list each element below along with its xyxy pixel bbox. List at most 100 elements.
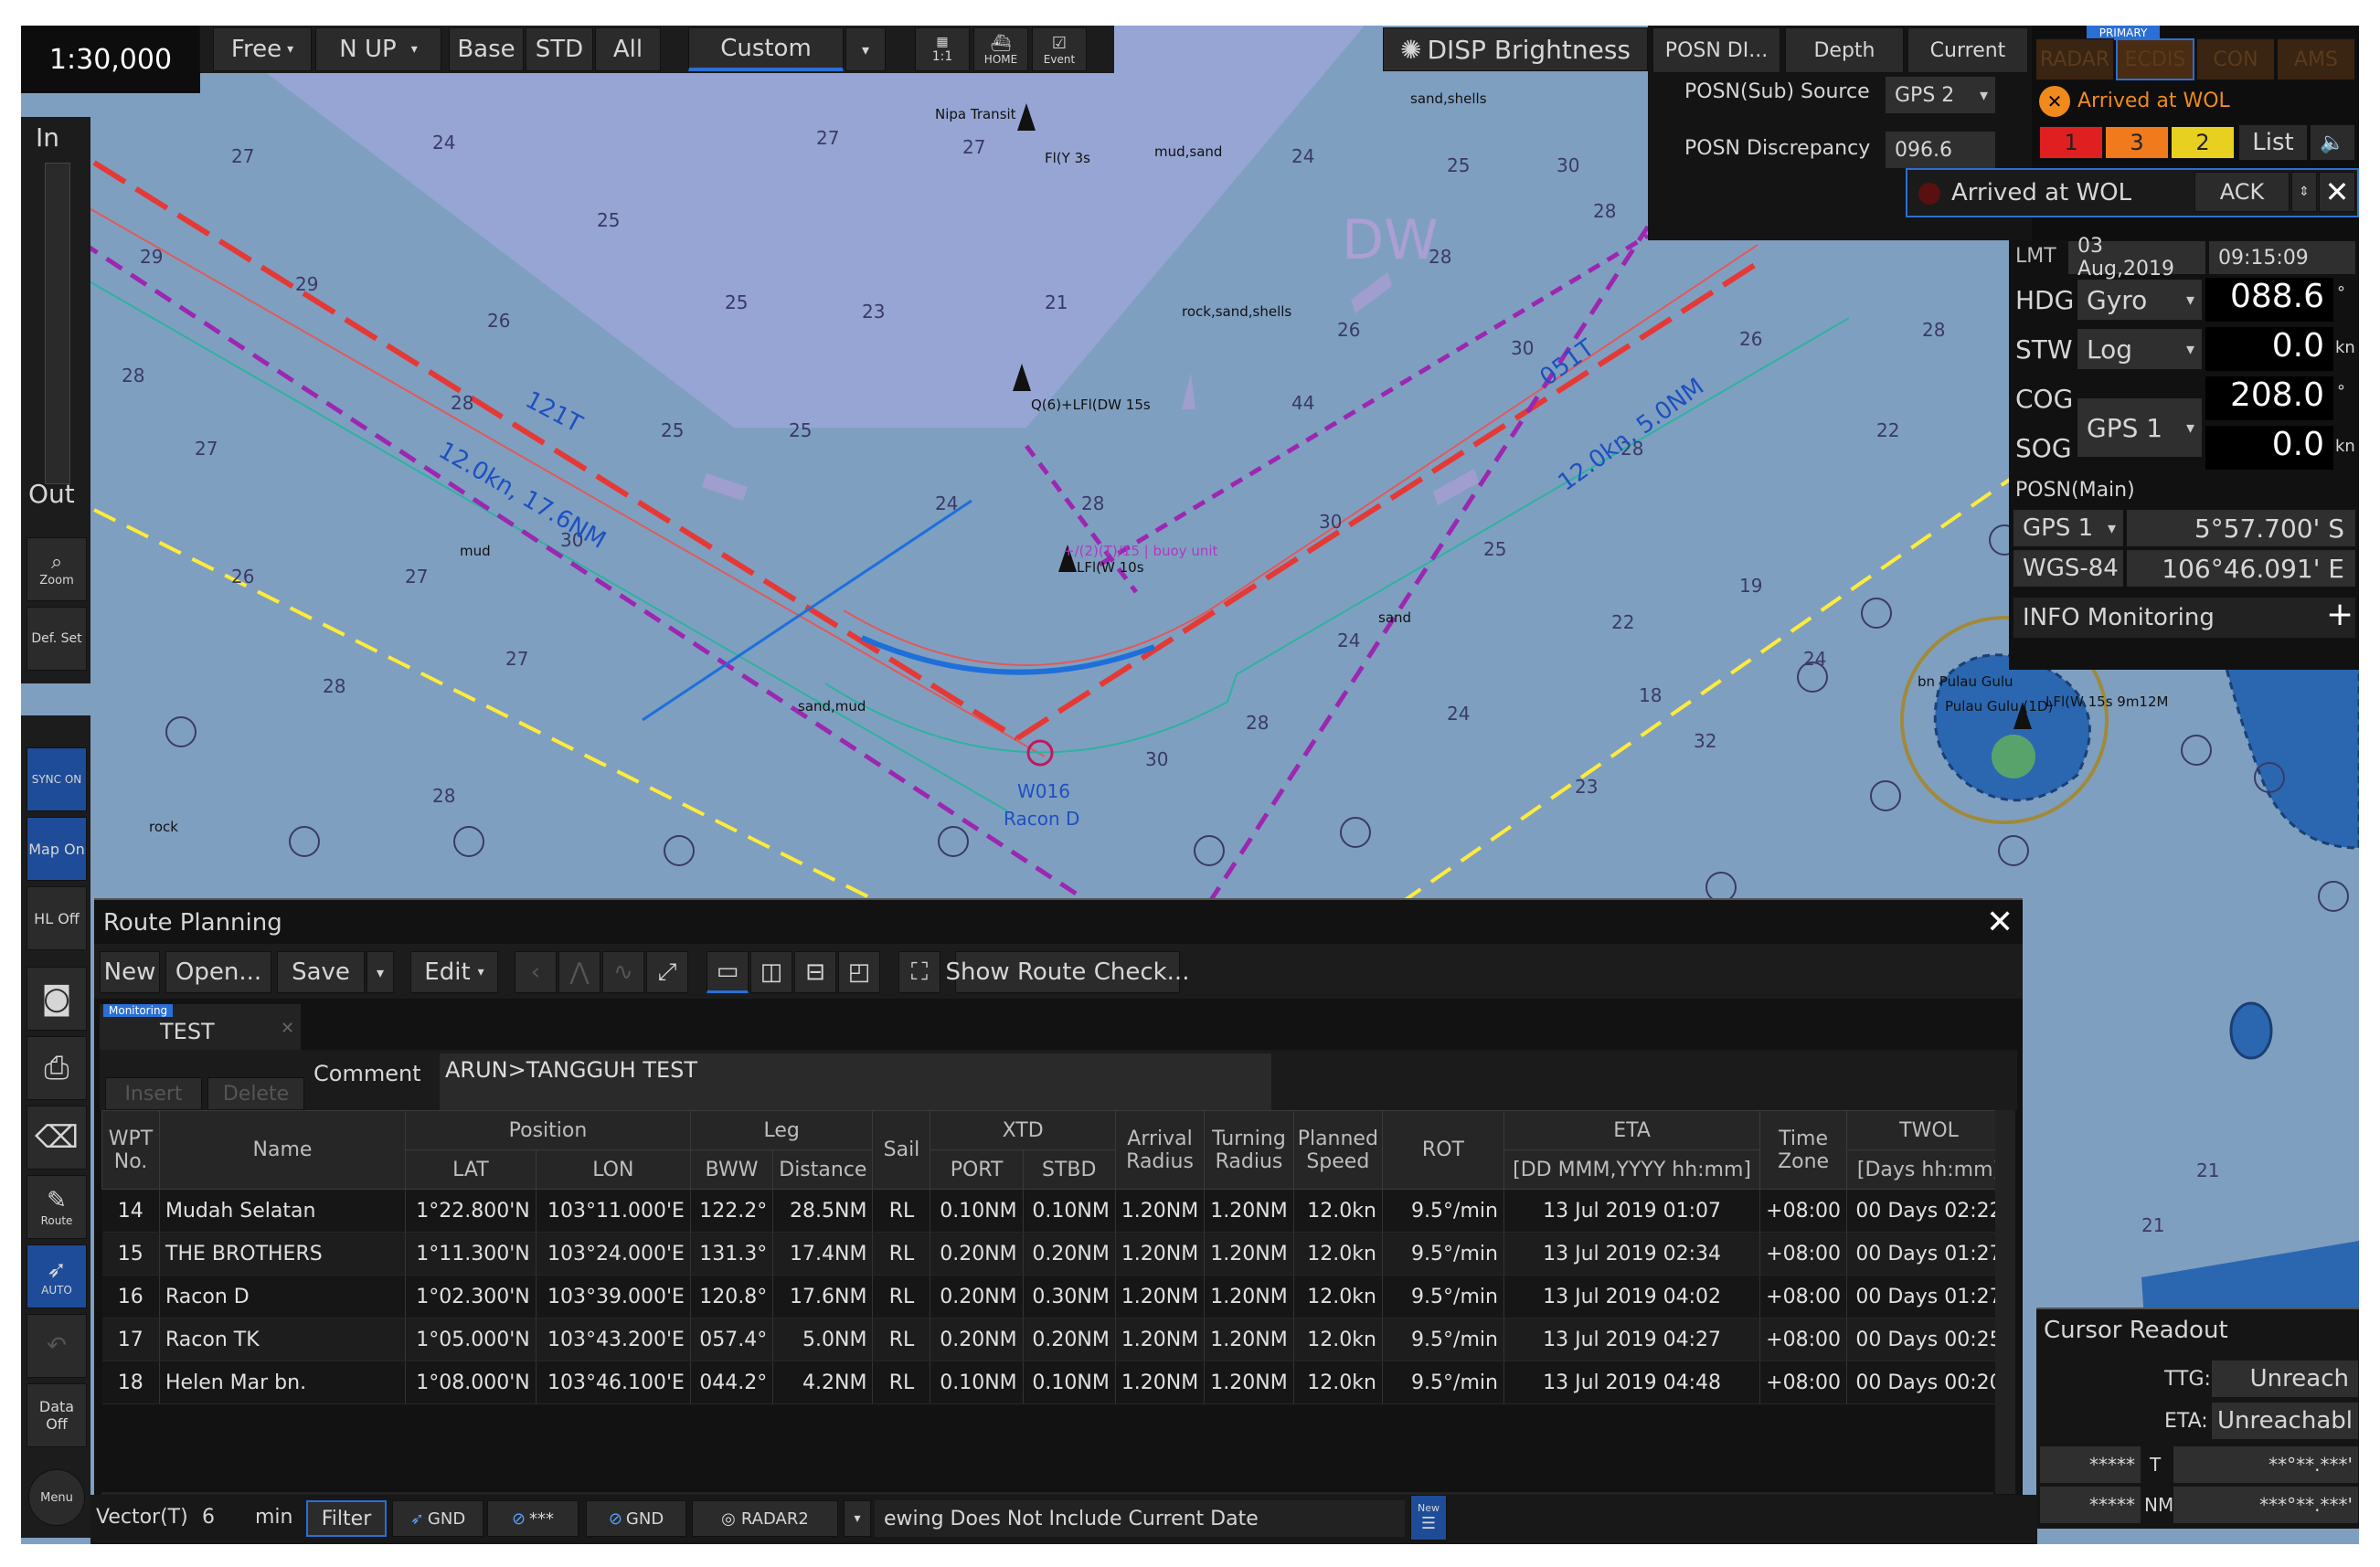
cell-no[interactable]: 14: [101, 1189, 160, 1233]
cell-stbd[interactable]: 0.20NM: [1023, 1232, 1116, 1276]
cell-arr[interactable]: 1.20NM: [1115, 1361, 1206, 1404]
table-row[interactable]: 17 Racon TK 1°05.000'N 103°43.200'E 057.4° 5.…: [101, 1318, 2012, 1361]
free-mode-button[interactable]: Free ▾: [213, 27, 312, 71]
radar-dropdown[interactable]: ▾: [844, 1500, 871, 1537]
cell-arr[interactable]: 1.20NM: [1115, 1189, 1206, 1233]
cell-sail[interactable]: RL: [872, 1275, 931, 1318]
cell-arr[interactable]: 1.20NM: [1115, 1275, 1206, 1318]
cell-lon[interactable]: 103°11.000'E: [536, 1189, 691, 1233]
cell-twol[interactable]: 00 Days 01:27: [1846, 1275, 2012, 1318]
one-to-one-button[interactable]: ▦ 1:1: [915, 27, 970, 71]
event-button[interactable]: ☑ Event: [1032, 27, 1087, 71]
cell-port[interactable]: 0.20NM: [930, 1318, 1024, 1361]
cell-twol[interactable]: 00 Days 00:20: [1846, 1361, 2012, 1404]
tab-ecdis[interactable]: ECDIS: [2116, 38, 2194, 80]
tab-con[interactable]: CON: [2196, 38, 2275, 80]
plus-icon[interactable]: +: [2326, 596, 2353, 633]
cell-spd[interactable]: 12.0kn: [1293, 1361, 1383, 1404]
cell-name[interactable]: Helen Mar bn.: [159, 1361, 406, 1404]
ais-target-button[interactable]: ⊘ ***: [487, 1500, 579, 1537]
cell-twol[interactable]: 00 Days 01:27: [1846, 1232, 2012, 1276]
save-route-button[interactable]: Save: [277, 951, 365, 993]
cell-name[interactable]: THE BROTHERS: [159, 1232, 406, 1276]
cell-lat[interactable]: 1°22.800'N: [405, 1189, 537, 1233]
cell-rot[interactable]: 9.5°/min: [1382, 1232, 1504, 1276]
hl-button[interactable]: HL Off: [27, 886, 87, 950]
cell-name[interactable]: Racon D: [159, 1275, 406, 1318]
cell-sail[interactable]: RL: [872, 1232, 931, 1276]
cell-sail[interactable]: RL: [872, 1189, 931, 1233]
stw-source-select[interactable]: Log: [2077, 329, 2202, 369]
cell-spd[interactable]: 12.0kn: [1293, 1318, 1383, 1361]
wpt-tool-1[interactable]: ⋀: [558, 951, 600, 993]
cell-name[interactable]: Mudah Selatan: [159, 1189, 406, 1233]
vector-value[interactable]: 6: [202, 1506, 215, 1529]
camera-button[interactable]: ◙: [27, 967, 87, 1031]
hdg-source-select[interactable]: Gyro: [2077, 280, 2202, 320]
cell-lat[interactable]: 1°05.000'N: [405, 1318, 537, 1361]
cell-port[interactable]: 0.20NM: [930, 1275, 1024, 1318]
custom-display-button[interactable]: Custom: [688, 27, 844, 71]
cell-stbd[interactable]: 0.10NM: [1023, 1361, 1116, 1404]
cell-bww[interactable]: 057.4°: [690, 1318, 774, 1361]
cell-name[interactable]: Racon TK: [159, 1318, 406, 1361]
filter-button[interactable]: Filter: [306, 1500, 387, 1537]
wpt-tool-3[interactable]: ⤢: [646, 951, 688, 993]
cell-stbd[interactable]: 0.20NM: [1023, 1318, 1116, 1361]
cell-bww[interactable]: 122.2°: [690, 1189, 774, 1233]
cell-port[interactable]: 0.10NM: [930, 1361, 1024, 1404]
cell-no[interactable]: 17: [101, 1318, 160, 1361]
print-button[interactable]: ⎙: [27, 1036, 87, 1100]
undo-route-button[interactable]: ‹: [515, 951, 557, 993]
tab-current[interactable]: Current: [1907, 27, 2028, 73]
show-route-check-button[interactable]: Show Route Check...: [946, 951, 1189, 993]
cell-twol[interactable]: 00 Days 02:22: [1846, 1189, 2012, 1233]
route-tab-test[interactable]: Monitoring TEST ✕: [100, 1004, 301, 1050]
data-button[interactable]: Data Off: [27, 1383, 87, 1447]
cell-lon[interactable]: 103°46.100'E: [536, 1361, 691, 1404]
ack-button[interactable]: ACK: [2194, 172, 2290, 212]
cell-turn[interactable]: 1.20NM: [1204, 1189, 1294, 1233]
cell-spd[interactable]: 12.0kn: [1293, 1189, 1383, 1233]
route-button[interactable]: ✎ Route: [27, 1175, 87, 1239]
table-row[interactable]: 16 Racon D 1°02.300'N 103°39.000'E 120.8° 17.…: [101, 1275, 2012, 1318]
cell-lon[interactable]: 103°39.000'E: [536, 1275, 691, 1318]
cell-eta[interactable]: 13 Jul 2019 04:27: [1503, 1318, 1761, 1361]
zoom-button[interactable]: ⌕ Zoom: [27, 537, 87, 601]
gnd-stab-button[interactable]: ➶ GND: [392, 1500, 483, 1537]
tab-depth[interactable]: Depth: [1785, 27, 1904, 73]
cell-rot[interactable]: 9.5°/min: [1382, 1318, 1504, 1361]
tab-posn-di[interactable]: POSN DI...: [1652, 27, 1780, 73]
auto-button[interactable]: ➶ AUTO: [27, 1244, 87, 1308]
alarm-count[interactable]: 1: [2039, 126, 2103, 159]
tab-radar[interactable]: RADAR: [2035, 38, 2114, 80]
std-display-button[interactable]: STD: [526, 27, 593, 71]
base-display-button[interactable]: Base: [449, 27, 524, 71]
cell-tz[interactable]: +08:00: [1759, 1275, 1848, 1318]
cell-stbd[interactable]: 0.30NM: [1023, 1275, 1116, 1318]
zoom-in-button[interactable]: In: [36, 122, 59, 153]
cell-arr[interactable]: 1.20NM: [1115, 1232, 1206, 1276]
new-message-button[interactable]: New ☰: [1410, 1495, 1447, 1541]
zoom-out-button[interactable]: Out: [28, 479, 75, 509]
cell-tz[interactable]: +08:00: [1759, 1232, 1848, 1276]
layout-split-h[interactable]: ⊟: [794, 951, 836, 993]
cell-eta[interactable]: 13 Jul 2019 04:02: [1503, 1275, 1761, 1318]
all-display-button[interactable]: All: [595, 27, 661, 71]
wpt-tool-2[interactable]: ∿: [602, 951, 644, 993]
layout-split-v[interactable]: ◫: [750, 951, 792, 993]
table-row[interactable]: 18 Helen Mar bn. 1°08.000'N 103°46.100'E 044…: [101, 1361, 2012, 1404]
cell-no[interactable]: 18: [101, 1361, 160, 1404]
scale-selector[interactable]: 1:30,000: [21, 26, 200, 93]
radar-source-button[interactable]: ◎ RADAR2: [692, 1500, 838, 1537]
cell-no[interactable]: 15: [101, 1232, 160, 1276]
cell-port[interactable]: 0.10NM: [930, 1189, 1024, 1233]
layout-single[interactable]: ▭: [707, 951, 749, 993]
menu-button[interactable]: Menu: [28, 1469, 85, 1526]
sync-button[interactable]: SYNC ON: [27, 747, 87, 811]
edit-menu-button[interactable]: Edit ▾: [410, 951, 498, 993]
cell-twol[interactable]: 00 Days 00:25: [1846, 1318, 2012, 1361]
cell-lat[interactable]: 1°11.300'N: [405, 1232, 537, 1276]
caution-count[interactable]: 2: [2171, 126, 2235, 159]
new-route-button[interactable]: New: [100, 951, 160, 993]
